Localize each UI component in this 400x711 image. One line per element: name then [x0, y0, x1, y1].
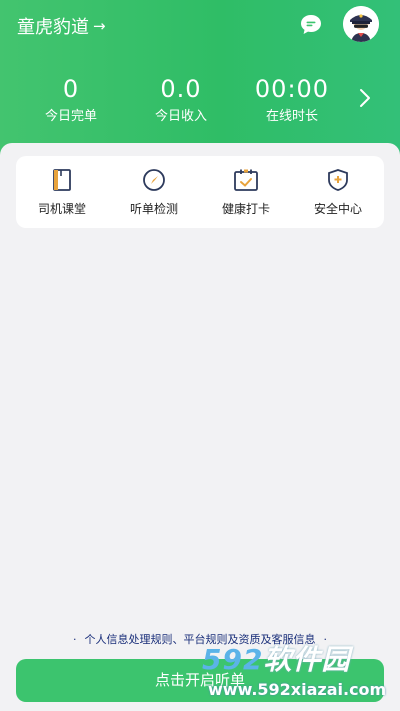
stat-income: 0.0 今日收入	[145, 75, 217, 124]
quick-action-order-detection[interactable]: 听单检测	[108, 168, 200, 217]
chevron-right-icon[interactable]	[356, 87, 374, 109]
quick-action-label: 听单检测	[129, 202, 178, 216]
stat-value: 0	[62, 75, 80, 103]
chat-bubble-icon[interactable]	[299, 13, 323, 37]
policy-text[interactable]: 个人信息处理规则、平台规则及资质及客服信息	[85, 633, 316, 646]
quick-action-driver-class[interactable]: 司机课堂	[16, 168, 108, 217]
calendar-check-icon	[234, 169, 258, 191]
stat-value: 00:00	[254, 75, 330, 103]
quick-actions-card: 司机课堂 听单检测 健康打卡 安全中心	[16, 156, 384, 228]
avatar[interactable]	[343, 6, 379, 42]
brand-name: 童虎豹道	[17, 17, 89, 38]
arrow-right-icon: →	[93, 17, 106, 35]
stat-online-time: 00:00 在线时长	[250, 75, 334, 124]
shield-icon	[328, 169, 348, 191]
main-panel	[0, 143, 400, 711]
bullet-dot-icon: ·	[323, 633, 328, 646]
stat-label: 今日收入	[154, 109, 207, 124]
brand-link[interactable]: 童虎豹道 →	[17, 13, 106, 39]
start-listening-button[interactable]: 点击开启听单	[16, 659, 384, 702]
quick-action-label: 健康打卡	[221, 202, 270, 216]
stat-label: 今日完单	[44, 109, 97, 124]
stat-value: 0.0	[160, 75, 202, 103]
compass-icon	[143, 169, 165, 191]
quick-action-label: 司机课堂	[37, 202, 86, 216]
driver-avatar-icon	[343, 6, 379, 42]
notebook-icon	[53, 169, 71, 191]
quick-action-health-checkin[interactable]: 健康打卡	[200, 168, 292, 217]
header-banner: 童虎豹道 → 0 今日完单 0.0 今日收入 00:00 在线时长	[0, 0, 400, 160]
bullet-dot-icon: ·	[73, 633, 77, 646]
quick-action-safety-center[interactable]: 安全中心	[292, 168, 384, 217]
stat-label: 在线时长	[265, 109, 318, 124]
stat-completed-orders: 0 今日完单	[36, 75, 106, 124]
policy-links[interactable]: · 个人信息处理规则、平台规则及资质及客服信息 ·	[0, 631, 400, 647]
today-stats: 0 今日完单 0.0 今日收入 00:00 在线时长	[0, 75, 400, 130]
quick-action-label: 安全中心	[313, 202, 362, 216]
